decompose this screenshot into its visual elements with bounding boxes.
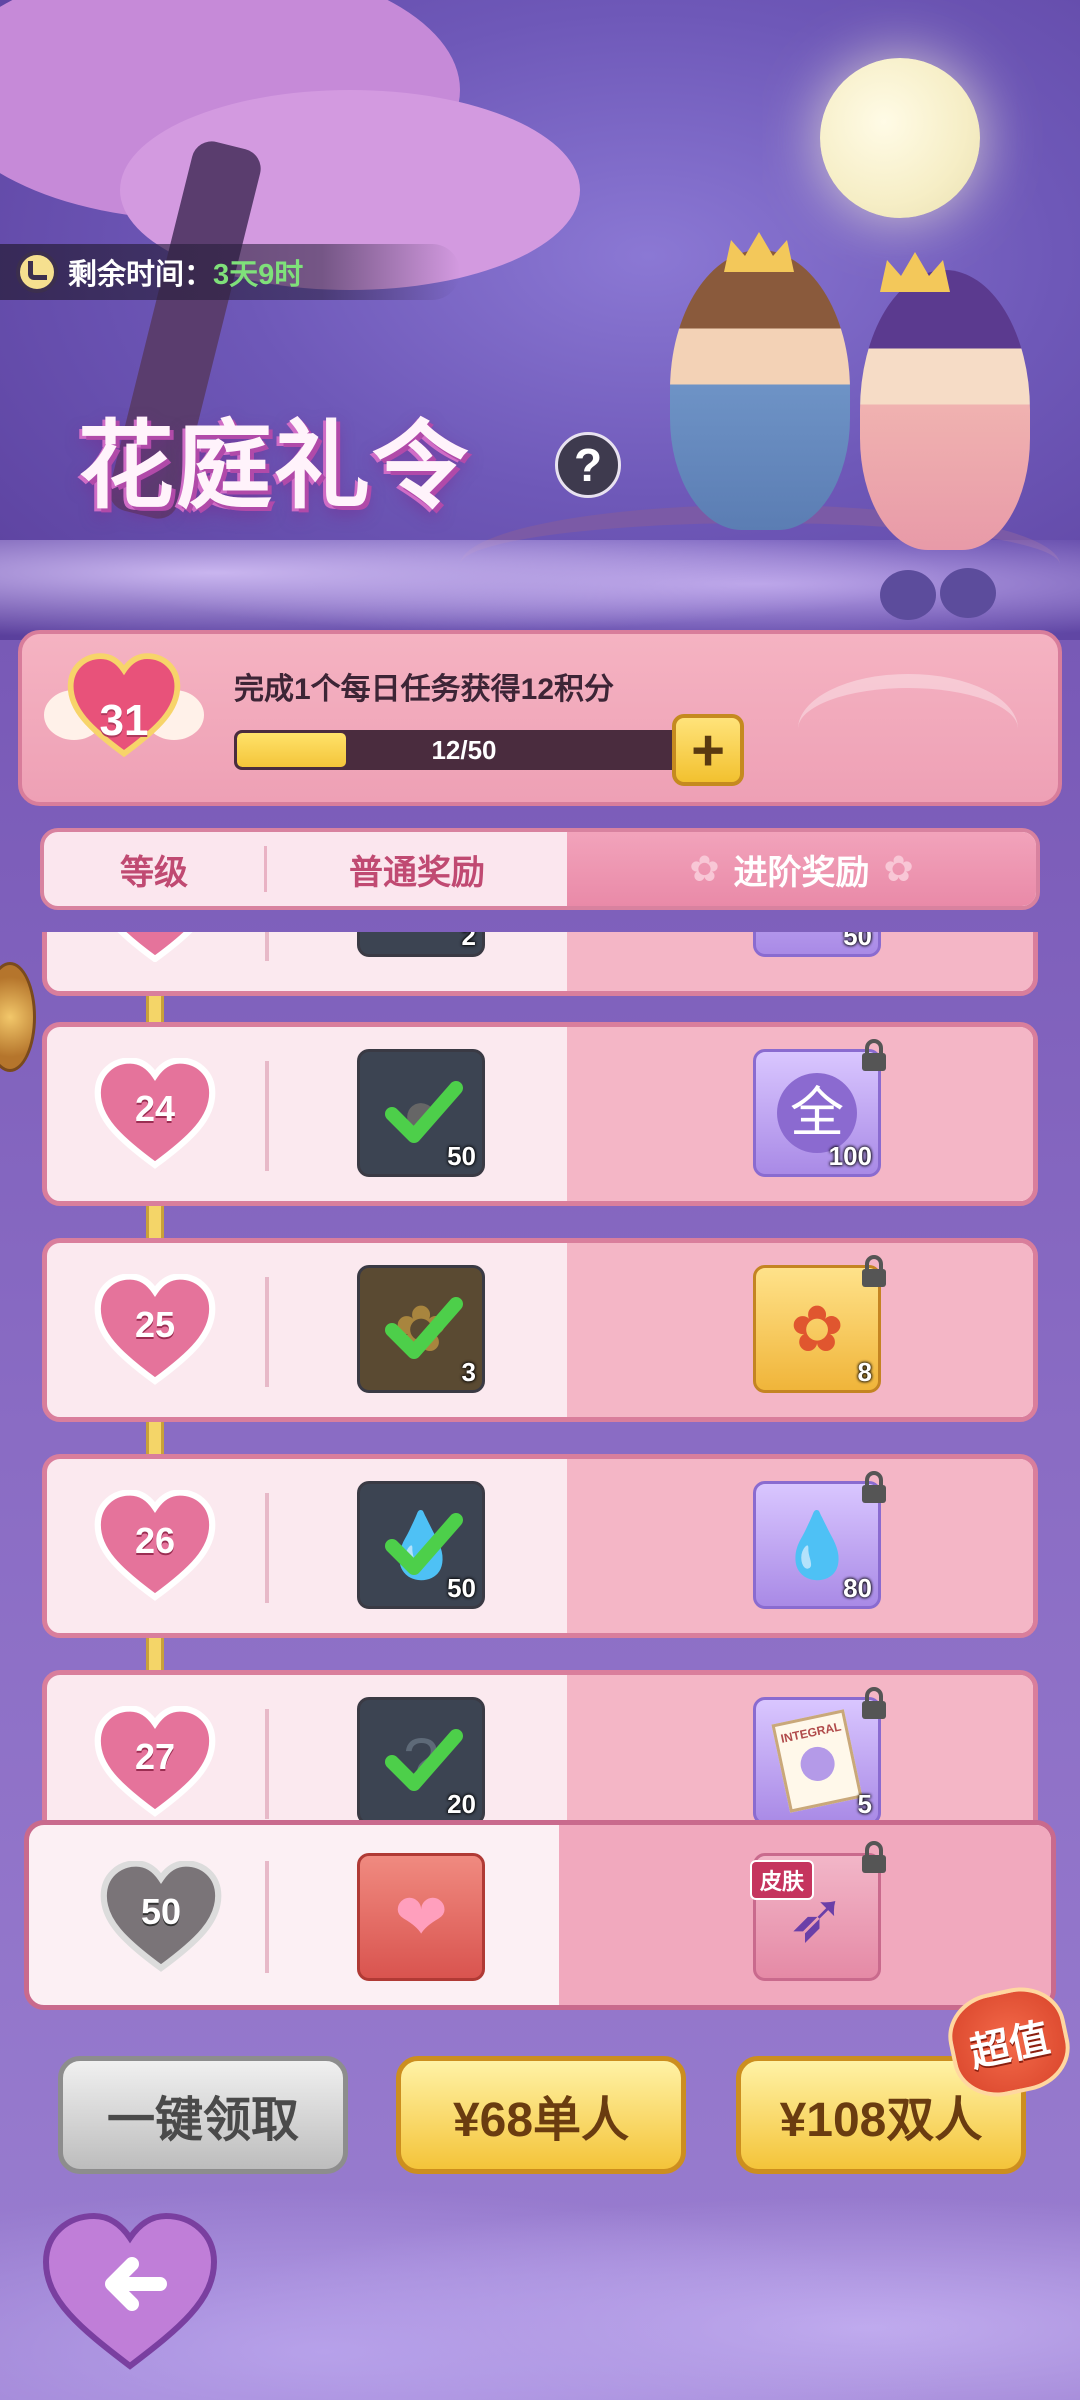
lock-icon <box>859 1255 889 1289</box>
lock-icon <box>859 1039 889 1073</box>
item-quantity: 8 <box>857 1357 872 1387</box>
lock-icon <box>859 1841 889 1875</box>
water-drop-icon: 💧 <box>777 1509 857 1581</box>
tab-advanced-rewards[interactable]: ✿ 进阶奖励 ✿ <box>567 832 1036 906</box>
character-princess <box>860 270 1030 550</box>
timer-label: 剩余时间： <box>68 259 214 291</box>
bridge-decoration <box>798 674 1018 784</box>
level-number: 24 <box>134 1088 176 1129</box>
item-quantity: 20 <box>447 1789 476 1819</box>
flower-icon: ✿ <box>689 848 720 889</box>
final-reward-row: 50 ❤ 皮肤 ➶ <box>24 1820 1056 2010</box>
normal-reward-item[interactable]: ✿ 3 <box>357 1265 485 1393</box>
points-progress-bar: 12/50 <box>234 730 694 770</box>
clock-icon <box>16 251 58 293</box>
level-heart-24: 24 <box>91 1057 219 1170</box>
crown-icon <box>724 232 794 272</box>
normal-reward-item[interactable]: ? 20 <box>357 1697 485 1820</box>
item-quantity: 50 <box>447 1141 476 1171</box>
normal-reward-item[interactable]: 2 <box>357 932 485 957</box>
current-level: 31 <box>99 696 149 745</box>
item-quantity: 80 <box>843 1573 872 1603</box>
back-heart-icon <box>42 2212 218 2370</box>
timer-value: 3天9时 <box>213 259 304 291</box>
reward-list[interactable]: 2 50 ● 50 全 100 ✿ 3 ✿ 8 💧 50 💧 80 ? 20 I… <box>0 932 1080 1820</box>
lock-icon <box>859 1471 889 1505</box>
normal-reward-item[interactable]: ● 50 <box>357 1049 485 1177</box>
item-quantity: 3 <box>461 1357 476 1387</box>
check-icon <box>385 1297 463 1359</box>
lock-icon <box>859 1687 889 1721</box>
level-number: 26 <box>134 1520 176 1561</box>
claim-all-button[interactable]: 一键领取 <box>58 2056 348 2174</box>
tab-level[interactable]: 等级 <box>44 832 264 906</box>
help-button[interactable]: ? <box>555 432 621 498</box>
heart-gem-reward-item[interactable]: ❤ <box>357 1853 485 1981</box>
level-heart-27: 27 <box>91 1705 219 1818</box>
level-heart-50: 50 <box>97 1860 225 1973</box>
remaining-time: 剩余时间： 3天9时 <box>0 244 460 300</box>
add-points-button[interactable]: + <box>672 714 744 786</box>
level-number: 25 <box>134 1304 176 1345</box>
item-quantity: 100 <box>828 1141 872 1171</box>
current-level-heart: 31 <box>44 652 204 792</box>
buy-single-button[interactable]: ¥68单人 <box>396 2056 686 2174</box>
level-number: 50 <box>140 1891 182 1932</box>
level-number: 27 <box>134 1736 176 1777</box>
task-description: 完成1个每日任务获得12积分 <box>234 673 615 706</box>
document-label: INTEGRAL <box>779 1719 843 1746</box>
crown-icon <box>880 252 950 292</box>
item-quantity: 50 <box>843 932 872 951</box>
tab-normal-rewards[interactable]: 普通奖励 <box>267 832 567 906</box>
level-heart-25: 25 <box>91 1273 219 1386</box>
birds-icon <box>880 560 1010 630</box>
heart-gem-icon: ❤ <box>394 1881 448 1953</box>
level-heart <box>91 932 219 962</box>
header-scene <box>0 0 1080 640</box>
integral-document-icon: INTEGRAL <box>771 1709 863 1813</box>
divider <box>265 1861 269 1973</box>
reward-tabs: 等级 普通奖励 ✿ 进阶奖励 ✿ <box>40 828 1040 910</box>
progress-text: 12/50 <box>431 734 497 765</box>
event-logo: 花庭礼令 <box>78 409 470 522</box>
check-icon <box>385 1729 463 1791</box>
flower-medal-icon: ✿ <box>790 1293 844 1365</box>
level-heart-26: 26 <box>91 1489 219 1602</box>
normal-reward-item[interactable]: 💧 50 <box>357 1481 485 1609</box>
check-icon <box>385 1513 463 1575</box>
points-panel: 31 完成1个每日任务获得12积分 12/50 + <box>18 630 1062 806</box>
skin-tag: 皮肤 <box>750 1860 815 1900</box>
item-quantity: 2 <box>461 932 476 951</box>
advanced-reward-item[interactable]: 50 <box>753 932 881 957</box>
check-icon <box>385 1081 463 1143</box>
flower-icon: ✿ <box>883 848 914 889</box>
item-quantity: 50 <box>447 1573 476 1603</box>
tab-advanced-label: 进阶奖励 <box>733 853 870 892</box>
moon <box>820 58 980 218</box>
back-button[interactable] <box>40 2210 220 2370</box>
character-prince <box>670 250 850 530</box>
item-quantity: 5 <box>857 1789 872 1819</box>
